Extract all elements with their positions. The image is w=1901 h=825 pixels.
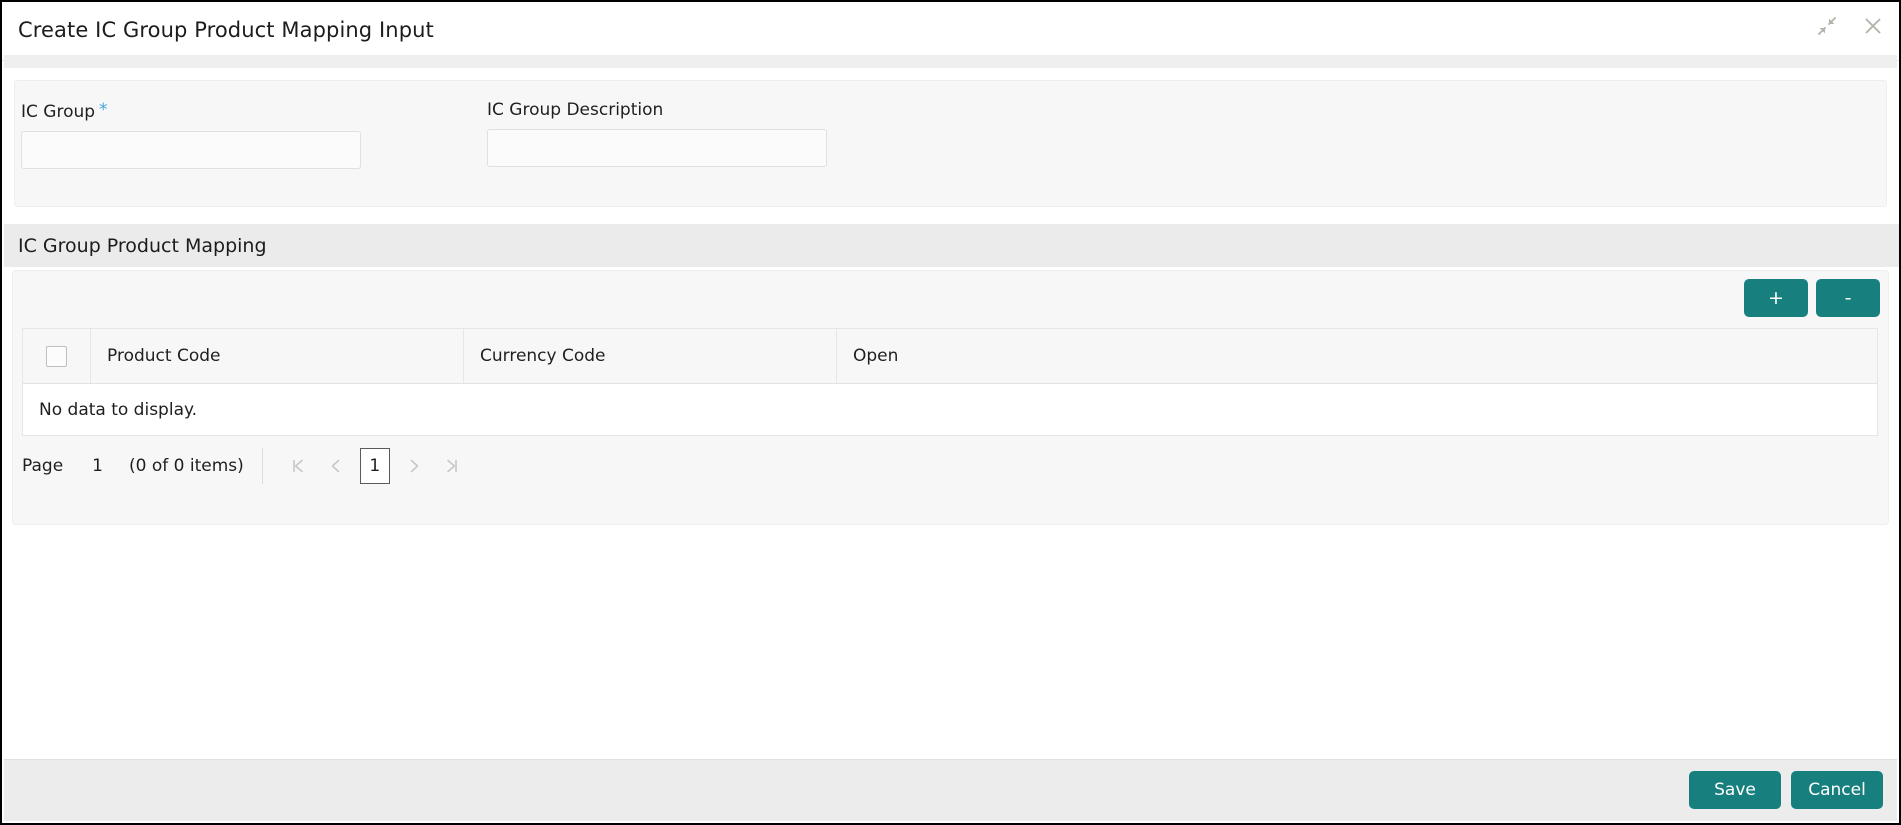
grid-panel: + - Product Code Currency Code Open No d… — [12, 270, 1889, 525]
grid-select-all-cell — [23, 329, 91, 383]
next-page-icon[interactable] — [395, 447, 433, 485]
ic-group-label-text: IC Group — [21, 102, 96, 122]
page-1-button[interactable]: 1 — [359, 448, 390, 484]
modal-window: Create IC Group Product Mapping Input IC… — [0, 0, 1901, 825]
pagination-page-number: 1 — [92, 456, 103, 476]
data-grid: Product Code Currency Code Open No data … — [22, 328, 1878, 436]
collapse-arrows-icon[interactable] — [1815, 14, 1839, 38]
ic-group-description-input[interactable] — [487, 129, 827, 167]
footer-bar: Save Cancel — [4, 759, 1897, 821]
last-page-icon[interactable] — [433, 447, 471, 485]
first-page-icon[interactable] — [279, 447, 317, 485]
form-panel: IC Group * IC Group Description — [14, 80, 1887, 207]
remove-row-button[interactable]: - — [1816, 279, 1880, 317]
field-ic-group: IC Group * — [21, 100, 361, 169]
close-icon[interactable] — [1861, 14, 1885, 38]
title-bar-actions — [1815, 14, 1885, 38]
title-divider-bar — [4, 55, 1897, 68]
column-header-product-code[interactable]: Product Code — [91, 329, 464, 383]
section-header: IC Group Product Mapping — [4, 224, 1899, 267]
field-ic-group-description: IC Group Description — [487, 100, 827, 167]
cancel-button[interactable]: Cancel — [1791, 771, 1883, 809]
required-asterisk: * — [99, 100, 108, 120]
grid-empty-message: No data to display. — [23, 384, 1877, 436]
save-button[interactable]: Save — [1689, 771, 1781, 809]
footer-actions: Save Cancel — [1689, 771, 1883, 809]
pagination-divider — [261, 448, 263, 484]
column-header-open[interactable]: Open — [837, 329, 1877, 383]
pagination-page-label: Page — [22, 456, 64, 476]
ic-group-label: IC Group * — [21, 100, 361, 122]
previous-page-icon[interactable] — [317, 447, 355, 485]
add-row-button[interactable]: + — [1744, 279, 1808, 317]
section-title: IC Group Product Mapping — [18, 235, 267, 257]
grid-row-actions: + - — [1744, 279, 1880, 317]
grid-header-row: Product Code Currency Code Open — [23, 329, 1877, 384]
title-bar: Create IC Group Product Mapping Input — [2, 2, 1899, 61]
ic-group-input[interactable] — [21, 131, 361, 169]
pagination-items-count: (0 of 0 items) — [128, 456, 244, 476]
ic-group-description-label-text: IC Group Description — [487, 100, 664, 120]
select-all-checkbox[interactable] — [46, 345, 67, 367]
pagination-nav: 1 — [279, 447, 471, 485]
column-header-currency-code[interactable]: Currency Code — [464, 329, 837, 383]
page-title: Create IC Group Product Mapping Input — [18, 18, 434, 42]
pagination: Page 1 (0 of 0 items) 1 — [22, 441, 471, 491]
ic-group-description-label: IC Group Description — [487, 100, 827, 120]
